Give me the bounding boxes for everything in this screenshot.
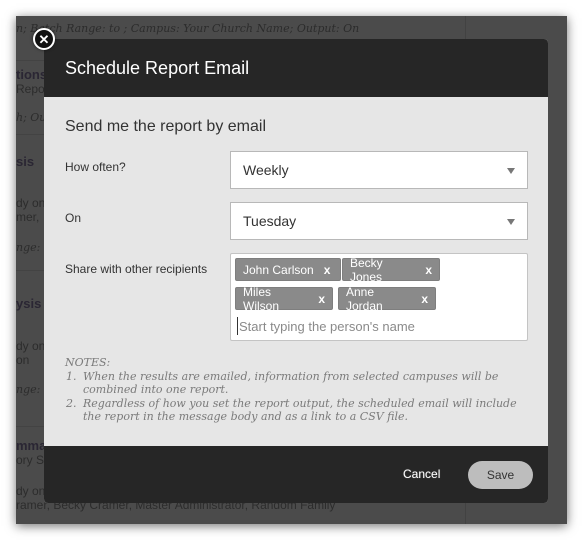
remove-recipient-icon[interactable]: x	[318, 292, 325, 306]
recipient-tag-name: Anne Jordan	[346, 284, 383, 313]
notes-list: When the results are emailed, informatio…	[80, 370, 525, 424]
day-select[interactable]: Tuesday	[230, 202, 528, 240]
frequency-label: How often?	[65, 160, 126, 174]
recipient-tag: Anne Jordan x	[338, 284, 436, 313]
backdrop-text: h; Ou	[16, 111, 47, 124]
frequency-select-value: Weekly	[243, 162, 289, 178]
chevron-down-icon	[507, 219, 515, 225]
recipient-tag: Miles Wilson x	[235, 284, 333, 313]
recipient-tag-name: John Carlson	[243, 262, 314, 277]
backdrop-text: tions	[16, 67, 48, 82]
backdrop-text: mer,	[16, 210, 40, 224]
frequency-select[interactable]: Weekly	[230, 151, 528, 189]
close-icon: ✕	[38, 31, 50, 47]
section-title: Send me the report by email	[65, 118, 266, 135]
backdrop-text: dy on	[16, 484, 46, 498]
remove-recipient-icon[interactable]: x	[425, 263, 432, 277]
cancel-button[interactable]: Cancel	[403, 467, 440, 481]
recipient-search-input[interactable]	[237, 317, 517, 335]
modal-body: Send me the report by email How often? W…	[44, 97, 548, 446]
recipient-tag-name: Miles Wilson	[243, 284, 280, 313]
save-button[interactable]: Save	[468, 461, 533, 489]
modal-title: Schedule Report Email	[65, 57, 250, 78]
schedule-report-modal: Schedule Report Email Send me the report…	[44, 39, 548, 503]
backdrop-text: sis	[16, 154, 35, 169]
recipient-tag: Becky Jones x	[342, 255, 440, 284]
chevron-down-icon	[507, 168, 515, 174]
recipient-tag: John Carlson x	[235, 258, 341, 281]
recipient-tag-name: Becky Jones	[350, 255, 383, 284]
backdrop-text: dy on	[16, 196, 46, 210]
modal-header: Schedule Report Email	[44, 39, 548, 97]
recipients-field[interactable]: John Carlson x Becky Jones x Miles Wilso…	[230, 253, 528, 341]
recipients-label: Share with other recipients	[65, 262, 208, 276]
remove-recipient-icon[interactable]: x	[421, 292, 428, 306]
remove-recipient-icon[interactable]: x	[324, 263, 331, 277]
note-item: When the results are emailed, informatio…	[80, 370, 525, 397]
modal-footer: Cancel Save	[44, 446, 548, 503]
close-modal-button[interactable]: ✕	[33, 28, 55, 50]
backdrop-text: n; Batch Range: to ; Campus: Your Church…	[16, 22, 360, 35]
backdrop-text: dy on	[16, 339, 46, 353]
day-label: On	[65, 211, 82, 225]
note-item: Regardless of how you set the report out…	[80, 397, 525, 424]
backdrop-text: on	[16, 353, 30, 367]
backdrop-text: ysis	[16, 296, 42, 311]
day-select-value: Tuesday	[243, 213, 297, 229]
notes-heading: NOTES:	[65, 356, 111, 369]
notes: NOTES: When the results are emailed, inf…	[65, 356, 525, 424]
